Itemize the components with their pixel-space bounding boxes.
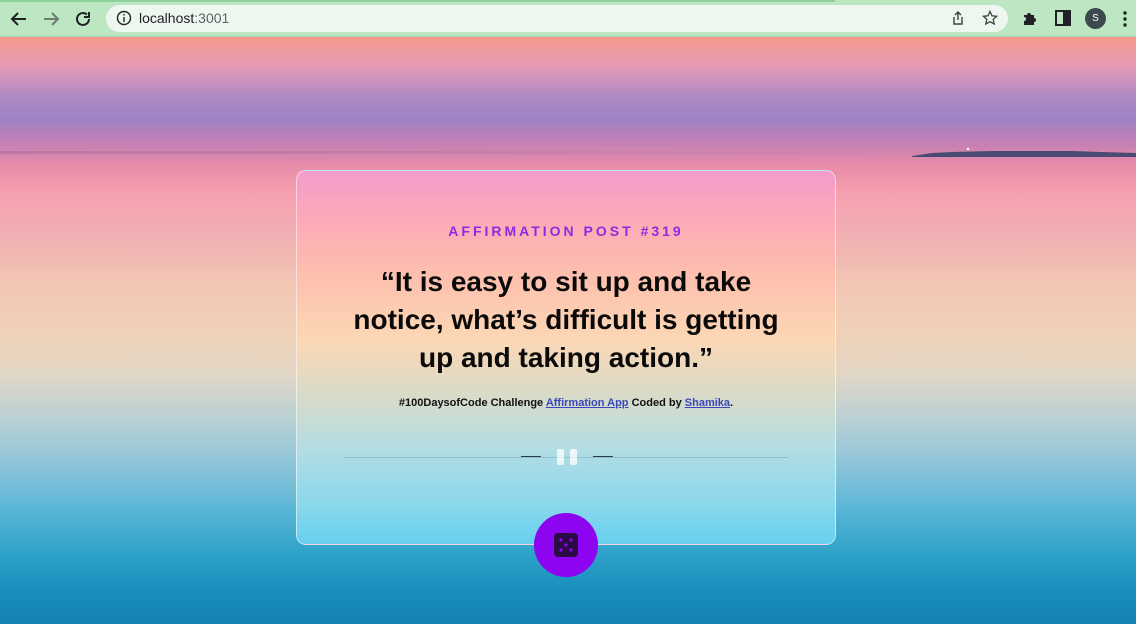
url-text[interactable]: localhost:3001 bbox=[139, 10, 229, 26]
forward-button[interactable] bbox=[40, 8, 62, 30]
arrow-left-icon bbox=[10, 12, 26, 26]
kebab-menu-icon[interactable] bbox=[1122, 10, 1128, 28]
affirmation-card: AFFIRMATION POST #319 “It is easy to sit… bbox=[296, 170, 836, 545]
share-icon[interactable] bbox=[950, 10, 966, 26]
distant-island bbox=[912, 147, 1136, 157]
site-info-icon[interactable] bbox=[116, 10, 132, 26]
divider-dash-right bbox=[593, 456, 613, 457]
affirmation-quote: “It is easy to sit up and take notice, w… bbox=[353, 266, 779, 373]
divider-dash-left bbox=[521, 456, 541, 457]
url-host: localhost bbox=[139, 10, 195, 26]
back-button[interactable] bbox=[8, 8, 30, 30]
profile-avatar[interactable]: S bbox=[1085, 8, 1106, 29]
extensions-puzzle-icon[interactable] bbox=[1021, 9, 1039, 27]
affirmation-app-link[interactable]: Affirmation App bbox=[546, 397, 629, 409]
pause-icon-bar bbox=[570, 449, 577, 465]
divider-ornament bbox=[519, 449, 615, 465]
pause-icon-bar bbox=[557, 449, 564, 465]
dice-icon bbox=[554, 533, 578, 557]
address-bar[interactable]: localhost:3001 bbox=[106, 5, 1008, 32]
tab-strip-indicator bbox=[0, 0, 835, 2]
bookmark-star-icon[interactable] bbox=[982, 10, 998, 26]
reload-button[interactable] bbox=[72, 8, 94, 30]
credit-middle: Coded by bbox=[628, 397, 685, 409]
new-affirmation-dice-button[interactable] bbox=[534, 513, 598, 577]
post-number-heading: AFFIRMATION POST #319 bbox=[448, 223, 684, 239]
author-link[interactable]: Shamika bbox=[685, 397, 730, 409]
reload-icon bbox=[76, 11, 90, 26]
credit-prefix: #100DaysofCode Challenge bbox=[398, 397, 546, 409]
url-port: :3001 bbox=[194, 10, 230, 26]
browser-toolbar: localhost:3001 S bbox=[0, 0, 1136, 37]
arrow-right-icon bbox=[44, 12, 60, 26]
side-panel-icon[interactable] bbox=[1054, 9, 1072, 27]
credit-suffix: . bbox=[730, 397, 734, 409]
credit-line: #100DaysofCode Challenge Affirmation App… bbox=[297, 397, 835, 409]
